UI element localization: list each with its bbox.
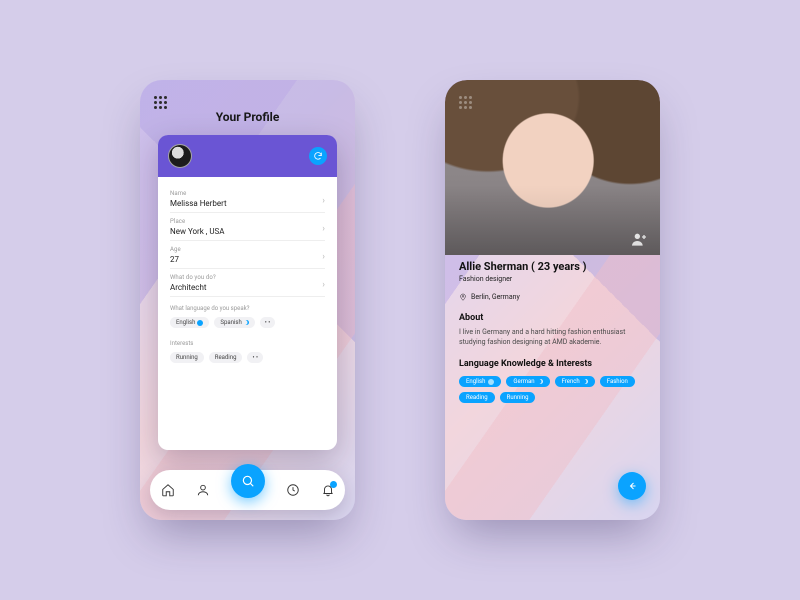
chevron-right-icon: › — [322, 196, 325, 206]
sun-icon — [197, 320, 203, 326]
tag-row: English German French Fashion Reading Ru… — [459, 376, 646, 403]
page-title: Your Profile — [140, 110, 355, 124]
notification-dot — [330, 481, 337, 488]
refresh-icon[interactable] — [309, 147, 327, 165]
avatar[interactable] — [168, 144, 192, 168]
pill-language[interactable]: Spanish — [214, 317, 254, 328]
phone-edit-profile: Your Profile Name Melissa Herbert › Plac… — [140, 80, 355, 520]
tag-language[interactable]: German — [506, 376, 549, 387]
about-heading: About — [459, 313, 646, 323]
phone-view-profile: Allie Sherman ( 23 years ) Fashion desig… — [445, 80, 660, 520]
profile-photo — [445, 80, 660, 255]
add-friend-icon[interactable] — [632, 231, 648, 245]
tag-interest[interactable]: Fashion — [600, 376, 635, 387]
tag-language[interactable]: French — [555, 376, 595, 387]
field-label: Place — [170, 218, 325, 225]
profile-details: Allie Sherman ( 23 years ) Fashion desig… — [459, 260, 646, 403]
field-job[interactable]: What do you do? Architecht › — [170, 269, 325, 297]
pill-more[interactable]: • • — [260, 317, 276, 328]
field-value: Melissa Herbert — [170, 199, 325, 208]
field-label: Age — [170, 246, 325, 253]
card-header — [158, 135, 337, 177]
field-place[interactable]: Place New York , USA › — [170, 213, 325, 241]
languages-pills: English Spanish • • — [170, 317, 325, 328]
nav-home-icon[interactable] — [161, 483, 175, 497]
back-button[interactable] — [618, 472, 646, 500]
tag-interest[interactable]: Reading — [459, 392, 495, 403]
nav-history-icon[interactable] — [286, 483, 300, 497]
lang-heading: Language Knowledge & Interests — [459, 359, 646, 369]
field-value: New York , USA — [170, 227, 325, 236]
profile-name: Allie Sherman ( 23 years ) — [459, 260, 646, 273]
about-text: I live in Germany and a hard hitting fas… — [459, 327, 646, 347]
field-label: What do you do? — [170, 274, 325, 281]
interests-header: Interests — [170, 340, 325, 347]
pill-interest[interactable]: Running — [170, 352, 204, 363]
menu-grid-icon[interactable] — [154, 96, 167, 109]
pill-more[interactable]: • • — [247, 352, 263, 363]
field-value: Architecht — [170, 283, 325, 292]
languages-header: What language do you speak? — [170, 305, 325, 312]
pill-interest[interactable]: Reading — [209, 352, 243, 363]
chevron-right-icon: › — [322, 224, 325, 234]
field-age[interactable]: Age 27 › — [170, 241, 325, 269]
canvas: Your Profile Name Melissa Herbert › Plac… — [0, 0, 800, 600]
menu-grid-icon[interactable] — [459, 96, 472, 109]
chevron-right-icon: › — [322, 280, 325, 290]
field-label: Name — [170, 190, 325, 197]
moon-icon — [244, 320, 249, 325]
bottom-nav — [150, 470, 345, 510]
tag-language[interactable]: English — [459, 376, 501, 387]
chevron-right-icon: › — [322, 252, 325, 262]
tag-interest[interactable]: Running — [500, 392, 536, 403]
field-value: 27 — [170, 255, 325, 264]
nav-search-fab[interactable] — [231, 464, 265, 498]
moon-icon — [583, 379, 588, 384]
pin-icon — [459, 293, 467, 301]
profile-role: Fashion designer — [459, 275, 646, 283]
nav-notifications-icon[interactable] — [321, 483, 335, 497]
pill-language[interactable]: English — [170, 317, 209, 328]
moon-icon — [538, 379, 543, 384]
sun-icon — [488, 379, 494, 385]
profile-form-card: Name Melissa Herbert › Place New York , … — [158, 135, 337, 450]
field-name[interactable]: Name Melissa Herbert › — [170, 185, 325, 213]
interests-pills: Running Reading • • — [170, 352, 325, 363]
nav-profile-icon[interactable] — [196, 483, 210, 497]
profile-location: Berlin, Germany — [459, 293, 646, 301]
card-body: Name Melissa Herbert › Place New York , … — [158, 177, 337, 450]
